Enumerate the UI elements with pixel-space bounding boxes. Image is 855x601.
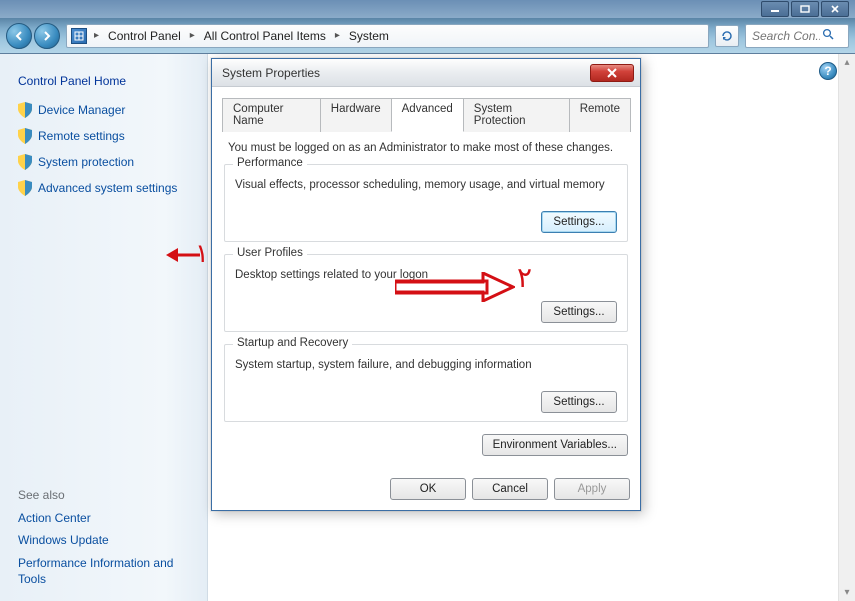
ok-button[interactable]: OK — [390, 478, 466, 500]
user-profiles-settings-button[interactable]: Settings... — [541, 301, 617, 323]
environment-variables-button[interactable]: Environment Variables... — [482, 434, 628, 456]
group-title: Performance — [233, 157, 307, 169]
apply-button[interactable]: Apply — [554, 478, 630, 500]
nav-arrows — [6, 23, 60, 49]
see-also-performance-info[interactable]: Performance Information and Tools — [18, 555, 193, 587]
shield-icon — [18, 154, 32, 170]
refresh-button[interactable] — [715, 25, 739, 47]
group-desc: Desktop settings related to your logon — [235, 269, 617, 281]
chevron-right-icon[interactable]: ▸ — [91, 30, 102, 41]
back-button[interactable] — [6, 23, 32, 49]
see-also-action-center[interactable]: Action Center — [18, 510, 193, 526]
sidebar-item-remote-settings[interactable]: Remote settings — [18, 128, 193, 144]
dialog-close-button[interactable] — [590, 64, 634, 82]
see-also-heading: See also — [18, 488, 193, 502]
search-input[interactable] — [750, 28, 822, 44]
dialog-titlebar[interactable]: System Properties — [212, 59, 640, 87]
sidebar: Control Panel Home Device Manager Remote… — [0, 54, 208, 601]
admin-note: You must be logged on as an Administrato… — [228, 142, 626, 154]
maximize-button[interactable] — [791, 1, 819, 17]
dialog-body: Computer Name Hardware Advanced System P… — [212, 87, 640, 472]
performance-group: Performance Visual effects, processor sc… — [224, 164, 628, 242]
group-desc: Visual effects, processor scheduling, me… — [235, 179, 617, 191]
minimize-button[interactable] — [761, 1, 789, 17]
sidebar-item-system-protection[interactable]: System protection — [18, 154, 193, 170]
tab-hardware[interactable]: Hardware — [320, 98, 392, 132]
dialog-tabstrip: Computer Name Hardware Advanced System P… — [222, 97, 630, 132]
startup-recovery-settings-button[interactable]: Settings... — [541, 391, 617, 413]
address-bar[interactable]: ▸ Control Panel ▸ All Control Panel Item… — [66, 24, 709, 48]
see-also-windows-update[interactable]: Windows Update — [18, 532, 193, 548]
scroll-up-icon[interactable]: ▴ — [839, 54, 855, 71]
control-panel-icon — [71, 28, 87, 44]
performance-settings-button[interactable]: Settings... — [541, 211, 617, 233]
sidebar-item-device-manager[interactable]: Device Manager — [18, 102, 193, 118]
dialog-footer: OK Cancel Apply — [212, 472, 640, 510]
sidebar-item-label: Device Manager — [38, 103, 125, 117]
sidebar-item-advanced-system-settings[interactable]: Advanced system settings — [18, 180, 193, 196]
group-title: User Profiles — [233, 247, 307, 259]
window-controls — [761, 1, 849, 17]
dialog-title: System Properties — [222, 66, 320, 80]
breadcrumb-item[interactable]: All Control Panel Items — [202, 29, 328, 43]
search-icon — [822, 28, 834, 43]
tab-computer-name[interactable]: Computer Name — [222, 98, 321, 132]
control-panel-home-link[interactable]: Control Panel Home — [18, 74, 193, 88]
shield-icon — [18, 128, 32, 144]
shield-icon — [18, 102, 32, 118]
search-box[interactable] — [745, 24, 849, 48]
vertical-scrollbar[interactable]: ▴ ▾ — [838, 54, 855, 601]
tab-advanced[interactable]: Advanced — [391, 98, 464, 132]
tab-system-protection[interactable]: System Protection — [463, 98, 570, 132]
shield-icon — [18, 180, 32, 196]
sidebar-item-label: Remote settings — [38, 129, 125, 143]
window-titlebar — [0, 0, 855, 18]
breadcrumb-item[interactable]: Control Panel — [106, 29, 183, 43]
user-profiles-group: User Profiles Desktop settings related t… — [224, 254, 628, 332]
scroll-down-icon[interactable]: ▾ — [839, 584, 855, 601]
cancel-button[interactable]: Cancel — [472, 478, 548, 500]
group-desc: System startup, system failure, and debu… — [235, 359, 617, 371]
chevron-right-icon[interactable]: ▸ — [332, 30, 343, 41]
startup-recovery-group: Startup and Recovery System startup, sys… — [224, 344, 628, 422]
forward-button[interactable] — [34, 23, 60, 49]
explorer-navbar: ▸ Control Panel ▸ All Control Panel Item… — [0, 18, 855, 54]
system-properties-dialog: System Properties Computer Name Hardware… — [211, 58, 641, 511]
tab-remote[interactable]: Remote — [569, 98, 631, 132]
sidebar-item-label: Advanced system settings — [38, 181, 177, 195]
close-window-button[interactable] — [821, 1, 849, 17]
breadcrumb-item[interactable]: System — [347, 29, 391, 43]
group-title: Startup and Recovery — [233, 337, 352, 349]
help-icon[interactable]: ? — [819, 62, 837, 80]
chevron-right-icon[interactable]: ▸ — [187, 30, 198, 41]
sidebar-item-label: System protection — [38, 155, 134, 169]
